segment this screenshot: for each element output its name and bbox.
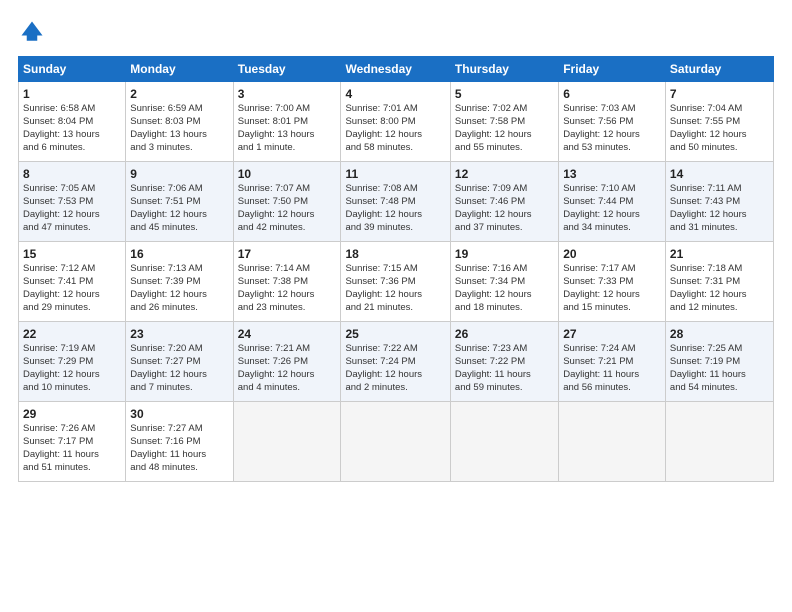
calendar-cell: 14Sunrise: 7:11 AMSunset: 7:43 PMDayligh… [665, 162, 773, 242]
day-number: 1 [23, 86, 121, 102]
day-number: 6 [563, 86, 661, 102]
calendar-cell: 16Sunrise: 7:13 AMSunset: 7:39 PMDayligh… [126, 242, 233, 322]
calendar-cell: 10Sunrise: 7:07 AMSunset: 7:50 PMDayligh… [233, 162, 341, 242]
weekday-header-monday: Monday [126, 57, 233, 82]
weekday-header-thursday: Thursday [450, 57, 558, 82]
calendar-table: SundayMondayTuesdayWednesdayThursdayFrid… [18, 56, 774, 482]
day-number: 26 [455, 326, 554, 342]
calendar-cell: 17Sunrise: 7:14 AMSunset: 7:38 PMDayligh… [233, 242, 341, 322]
day-number: 9 [130, 166, 228, 182]
day-number: 17 [238, 246, 337, 262]
weekday-header-friday: Friday [559, 57, 666, 82]
page-header [18, 18, 774, 46]
day-number: 29 [23, 406, 121, 422]
calendar-cell: 23Sunrise: 7:20 AMSunset: 7:27 PMDayligh… [126, 322, 233, 402]
calendar-cell: 18Sunrise: 7:15 AMSunset: 7:36 PMDayligh… [341, 242, 450, 322]
calendar-cell: 11Sunrise: 7:08 AMSunset: 7:48 PMDayligh… [341, 162, 450, 242]
calendar-cell: 4Sunrise: 7:01 AMSunset: 8:00 PMDaylight… [341, 82, 450, 162]
day-number: 11 [345, 166, 445, 182]
day-number: 10 [238, 166, 337, 182]
day-number: 4 [345, 86, 445, 102]
day-number: 15 [23, 246, 121, 262]
day-number: 30 [130, 406, 228, 422]
day-number: 28 [670, 326, 769, 342]
calendar-cell: 7Sunrise: 7:04 AMSunset: 7:55 PMDaylight… [665, 82, 773, 162]
day-number: 19 [455, 246, 554, 262]
day-number: 8 [23, 166, 121, 182]
calendar-cell: 24Sunrise: 7:21 AMSunset: 7:26 PMDayligh… [233, 322, 341, 402]
calendar-cell: 12Sunrise: 7:09 AMSunset: 7:46 PMDayligh… [450, 162, 558, 242]
calendar-cell: 27Sunrise: 7:24 AMSunset: 7:21 PMDayligh… [559, 322, 666, 402]
day-number: 3 [238, 86, 337, 102]
calendar-cell [341, 402, 450, 482]
calendar-cell: 28Sunrise: 7:25 AMSunset: 7:19 PMDayligh… [665, 322, 773, 402]
day-number: 12 [455, 166, 554, 182]
calendar-cell: 1Sunrise: 6:58 AMSunset: 8:04 PMDaylight… [19, 82, 126, 162]
day-number: 5 [455, 86, 554, 102]
calendar-cell: 29Sunrise: 7:26 AMSunset: 7:17 PMDayligh… [19, 402, 126, 482]
weekday-header-sunday: Sunday [19, 57, 126, 82]
day-number: 20 [563, 246, 661, 262]
calendar-cell: 2Sunrise: 6:59 AMSunset: 8:03 PMDaylight… [126, 82, 233, 162]
calendar-cell: 5Sunrise: 7:02 AMSunset: 7:58 PMDaylight… [450, 82, 558, 162]
calendar-cell [233, 402, 341, 482]
calendar-cell: 26Sunrise: 7:23 AMSunset: 7:22 PMDayligh… [450, 322, 558, 402]
day-number: 14 [670, 166, 769, 182]
calendar-cell: 6Sunrise: 7:03 AMSunset: 7:56 PMDaylight… [559, 82, 666, 162]
calendar-cell [559, 402, 666, 482]
day-number: 25 [345, 326, 445, 342]
calendar-cell: 9Sunrise: 7:06 AMSunset: 7:51 PMDaylight… [126, 162, 233, 242]
calendar-cell: 15Sunrise: 7:12 AMSunset: 7:41 PMDayligh… [19, 242, 126, 322]
calendar-cell: 21Sunrise: 7:18 AMSunset: 7:31 PMDayligh… [665, 242, 773, 322]
day-number: 16 [130, 246, 228, 262]
weekday-header-saturday: Saturday [665, 57, 773, 82]
calendar-cell [665, 402, 773, 482]
logo-icon [18, 18, 46, 46]
day-number: 2 [130, 86, 228, 102]
calendar-cell: 20Sunrise: 7:17 AMSunset: 7:33 PMDayligh… [559, 242, 666, 322]
calendar-cell: 8Sunrise: 7:05 AMSunset: 7:53 PMDaylight… [19, 162, 126, 242]
weekday-header-tuesday: Tuesday [233, 57, 341, 82]
day-number: 18 [345, 246, 445, 262]
calendar-cell: 25Sunrise: 7:22 AMSunset: 7:24 PMDayligh… [341, 322, 450, 402]
day-number: 7 [670, 86, 769, 102]
day-number: 27 [563, 326, 661, 342]
day-number: 22 [23, 326, 121, 342]
day-number: 13 [563, 166, 661, 182]
calendar-cell: 19Sunrise: 7:16 AMSunset: 7:34 PMDayligh… [450, 242, 558, 322]
day-number: 23 [130, 326, 228, 342]
day-number: 21 [670, 246, 769, 262]
logo [18, 18, 50, 46]
calendar-cell: 22Sunrise: 7:19 AMSunset: 7:29 PMDayligh… [19, 322, 126, 402]
calendar-cell: 30Sunrise: 7:27 AMSunset: 7:16 PMDayligh… [126, 402, 233, 482]
calendar-cell [450, 402, 558, 482]
calendar-cell: 13Sunrise: 7:10 AMSunset: 7:44 PMDayligh… [559, 162, 666, 242]
calendar-cell: 3Sunrise: 7:00 AMSunset: 8:01 PMDaylight… [233, 82, 341, 162]
weekday-header-wednesday: Wednesday [341, 57, 450, 82]
day-number: 24 [238, 326, 337, 342]
